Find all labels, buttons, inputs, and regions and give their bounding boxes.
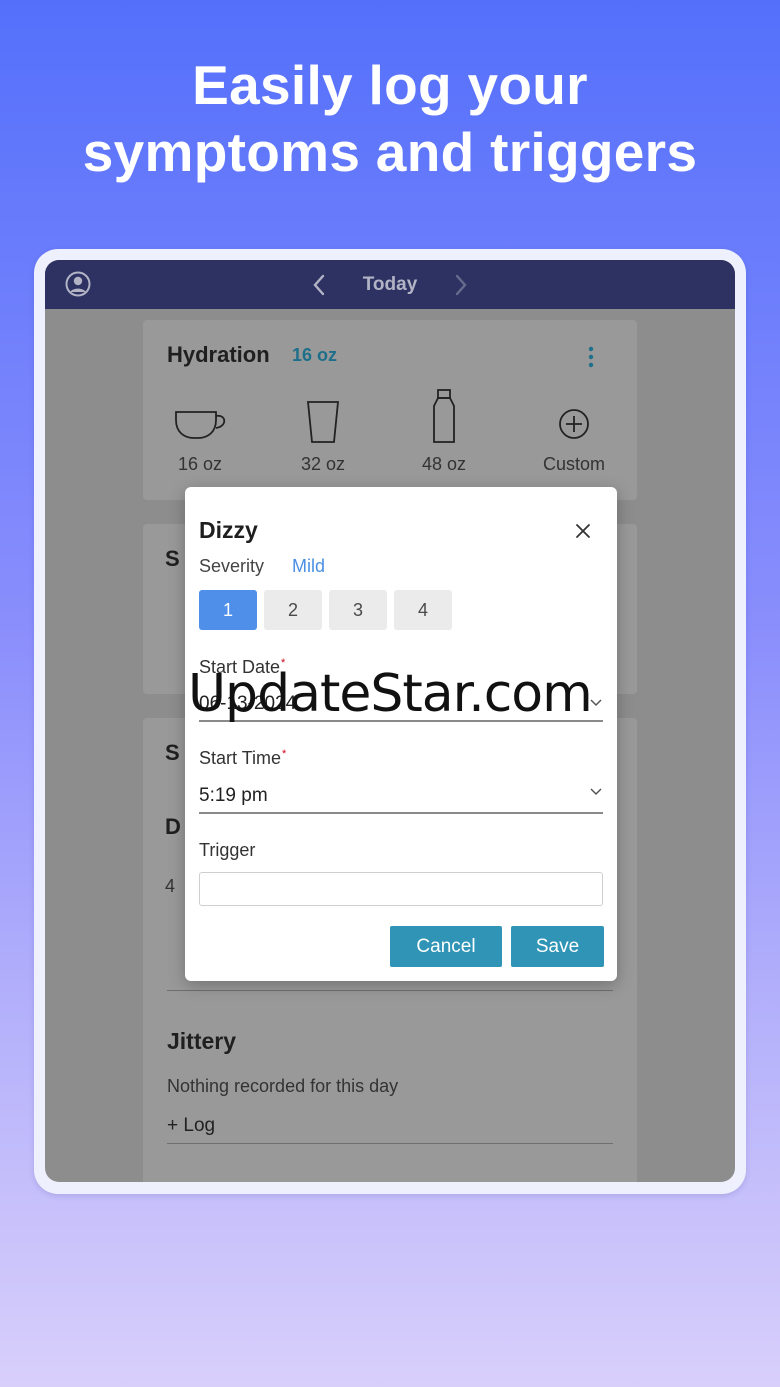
- drink-option-label: 48 oz: [421, 454, 467, 474]
- hydration-title: Hydration: [167, 342, 270, 367]
- cancel-button[interactable]: Cancel: [390, 926, 502, 967]
- chevron-down-icon[interactable]: [589, 698, 603, 708]
- headline-line-1: Easily log your: [192, 54, 588, 116]
- glass-icon: [307, 401, 339, 443]
- hydration-card: Hydration 16 oz 16 oz 32 oz 48 oz Custom: [143, 320, 637, 500]
- trigger-label: Trigger: [199, 840, 256, 860]
- start-time-field[interactable]: 5:19 pm: [199, 785, 268, 807]
- drink-option-32oz[interactable]: 32 oz: [278, 398, 368, 475]
- close-icon[interactable]: [573, 521, 593, 541]
- jittery-title: Jittery: [167, 1028, 237, 1054]
- severity-option-2[interactable]: 2: [264, 590, 322, 630]
- drink-option-label: Custom: [542, 454, 605, 474]
- severity-label: Severity: [199, 556, 265, 576]
- next-day-button[interactable]: [441, 265, 481, 305]
- save-button[interactable]: Save: [511, 926, 604, 967]
- card-a-title-partial: S: [165, 546, 180, 571]
- headline: Easily log your symptoms and triggers: [0, 52, 780, 186]
- required-marker: *: [282, 748, 287, 760]
- date-navigator: Today: [299, 265, 482, 305]
- chevron-right-icon: [456, 274, 467, 295]
- jittery-empty-text: Nothing recorded for this day: [167, 1076, 399, 1096]
- required-marker: *: [281, 657, 286, 669]
- drink-option-48oz[interactable]: 48 oz: [399, 389, 489, 475]
- chevron-left-icon: [313, 274, 324, 295]
- hydration-amount: 16 oz: [292, 345, 338, 365]
- dialog-title: Dizzy: [199, 517, 258, 543]
- severity-option-4[interactable]: 4: [394, 590, 452, 630]
- app-screen: Today Hydration 16 oz 16 oz 32 oz 48 oz …: [45, 260, 735, 1182]
- severity-value: Mild: [292, 556, 326, 576]
- start-time-label: Start Time*: [199, 748, 286, 769]
- severity-option-3[interactable]: 3: [329, 590, 387, 630]
- top-navbar: Today: [45, 260, 735, 309]
- drink-option-custom[interactable]: Custom: [529, 398, 619, 475]
- previous-day-button[interactable]: [299, 265, 339, 305]
- tablet-frame: Today Hydration 16 oz 16 oz 32 oz 48 oz …: [34, 249, 746, 1194]
- jittery-log-button[interactable]: + Log: [167, 1115, 215, 1137]
- drink-option-label: 16 oz: [177, 454, 223, 474]
- start-date-label-text: Start Date: [199, 657, 281, 677]
- symptom-row-title-partial: D: [165, 814, 181, 839]
- jittery-divider: [167, 1143, 613, 1144]
- severity-selector: 1 2 3 4: [199, 590, 452, 630]
- start-date-underline: [199, 720, 603, 722]
- symptom-row-divider: [167, 990, 613, 991]
- start-date-label: Start Date*: [199, 657, 285, 678]
- user-circle-icon[interactable]: [65, 271, 91, 297]
- start-time-label-text: Start Time: [199, 748, 282, 768]
- start-date-field[interactable]: 06-13-2024: [199, 693, 296, 715]
- kebab-menu-icon[interactable]: [587, 346, 595, 368]
- start-time-underline: [199, 812, 603, 814]
- trigger-input[interactable]: [199, 872, 603, 906]
- headline-line-2: symptoms and triggers: [82, 121, 698, 183]
- card-b-title-partial: S: [165, 740, 180, 765]
- drink-option-16oz[interactable]: 16 oz: [155, 398, 245, 475]
- plus-circle-icon: [559, 409, 589, 439]
- mug-icon: [175, 411, 226, 439]
- current-date-title[interactable]: Today: [363, 274, 418, 296]
- severity-option-1[interactable]: 1: [199, 590, 257, 630]
- drink-option-label: 32 oz: [300, 454, 346, 474]
- symptom-log-dialog: Dizzy Severity Mild 1 2 3 4 Start Date* …: [185, 487, 617, 981]
- symptom-row-value-partial: 4: [165, 876, 176, 896]
- bottle-icon: [433, 389, 455, 443]
- chevron-down-icon[interactable]: [589, 787, 603, 797]
